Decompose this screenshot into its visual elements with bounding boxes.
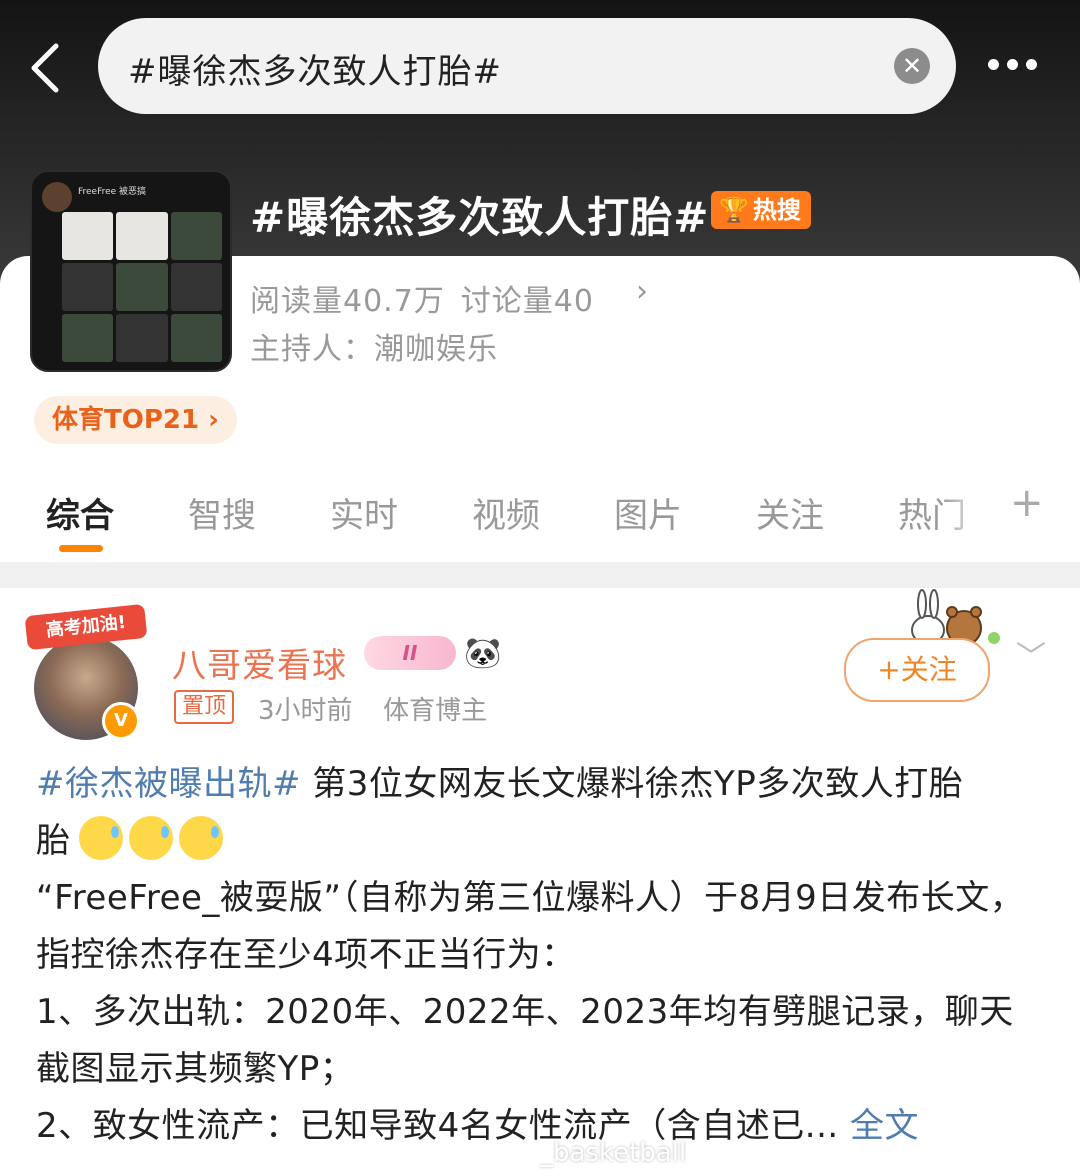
username[interactable]: 八哥爱看球 — [172, 638, 347, 687]
hot-badge-label: 热搜 — [752, 196, 801, 224]
add-tab-icon[interactable]: + — [1010, 480, 1044, 526]
active-tab-indicator — [59, 545, 103, 552]
search-bar[interactable]: #曝徐杰多次致人打胎# ✕ — [98, 18, 956, 114]
tab-fade-overlay — [940, 482, 1010, 542]
close-icon[interactable]: ✕ — [894, 48, 930, 84]
post-hashtag[interactable]: #徐杰被曝出轨# — [36, 764, 301, 804]
post-line-1: 第3位女网友长文爆料徐杰YP多次致人打胎 — [300, 764, 964, 804]
back-button[interactable] — [22, 38, 78, 98]
dot-icon — [1026, 59, 1037, 70]
post-card: 高考加油! V 八哥爱看球 II 🐼 置顶 3小时前 体育博主 +关注 ﹀ #徐… — [0, 588, 1080, 1176]
chevron-left-icon — [31, 43, 59, 93]
sweat-emoji-icon — [78, 816, 123, 860]
level-badge[interactable]: II — [364, 636, 456, 670]
follow-button[interactable]: +关注 — [844, 638, 990, 702]
discuss-count-label: 讨论量 — [460, 284, 554, 319]
discuss-count-value: 40 — [553, 284, 594, 319]
tab-bar: 综合 智搜 实时 视频 图片 关注 热门 — [0, 484, 1080, 554]
post-content: #徐杰被曝出轨# 第3位女网友长文爆料徐杰YP多次致人打胎胎 “FreeFree… — [36, 764, 1025, 1146]
avatar-banner: 高考加油! — [24, 603, 148, 651]
tab-smart-search[interactable]: 智搜 — [188, 488, 256, 537]
mascot-icon — [911, 589, 1000, 646]
dot-icon — [1007, 59, 1018, 70]
post-paragraph-4: 2、致女性流产：已知导致4名女性流产（含自述已... — [36, 1106, 839, 1146]
sweat-emoji-icon — [178, 816, 223, 860]
dot-icon — [988, 59, 999, 70]
chevron-down-icon[interactable]: ﹀ — [1016, 632, 1046, 676]
thumbnail-avatar — [42, 182, 72, 212]
more-options-button[interactable] — [988, 55, 1048, 79]
topic-stats[interactable]: 阅读量40.7万 讨论量40 — [250, 276, 594, 320]
tab-realtime[interactable]: 实时 — [330, 488, 398, 537]
tab-following[interactable]: 关注 — [756, 488, 824, 537]
tab-comprehensive[interactable]: 综合 — [46, 488, 114, 537]
trophy-icon: 🏆 — [719, 196, 749, 224]
post-paragraph-3: 1、多次出轨：2020年、2022年、2023年均有劈腿记录，聊天截图显示其频繁… — [36, 992, 1014, 1089]
watermark: _basketball — [540, 1138, 687, 1168]
post-meta: 3小时前 体育博主 — [258, 690, 487, 727]
tab-video[interactable]: 视频 — [472, 488, 540, 537]
thumbnail-screenshot-grid — [62, 212, 222, 362]
topic-title: #曝徐杰多次致人打胎# — [250, 193, 710, 242]
topic-thumbnail[interactable]: FreeFree 被恶搞 — [30, 170, 232, 372]
pinned-tag: 置顶 — [174, 690, 235, 724]
thumbnail-caption: FreeFree 被恶搞 — [78, 187, 147, 197]
author-role: 体育博主 — [383, 696, 488, 726]
chevron-right-icon[interactable]: › — [636, 274, 648, 309]
hot-search-badge[interactable]: 🏆 热搜 — [711, 191, 811, 229]
verified-icon: V — [102, 702, 140, 740]
sweat-emoji-icon — [128, 816, 173, 860]
section-divider — [0, 562, 1080, 588]
read-count-label: 阅读量 — [250, 284, 343, 319]
rank-chip[interactable]: 体育TOP21 › — [34, 396, 237, 444]
post-paragraph-2: “FreeFree_被耍版”（自称为第三位爆料人）于8月9日发布长文，指控徐杰存… — [36, 878, 1025, 975]
search-input[interactable]: #曝徐杰多次致人打胎# — [128, 44, 502, 93]
tab-pictures[interactable]: 图片 — [614, 488, 682, 537]
topic-host[interactable]: 主持人：潮咖娱乐 — [250, 324, 498, 368]
panda-icon: 🐼 — [464, 636, 502, 671]
post-time: 3小时前 — [258, 696, 353, 726]
read-full-link[interactable]: 全文 — [850, 1106, 919, 1146]
read-count-value: 40.7万 — [343, 284, 445, 319]
